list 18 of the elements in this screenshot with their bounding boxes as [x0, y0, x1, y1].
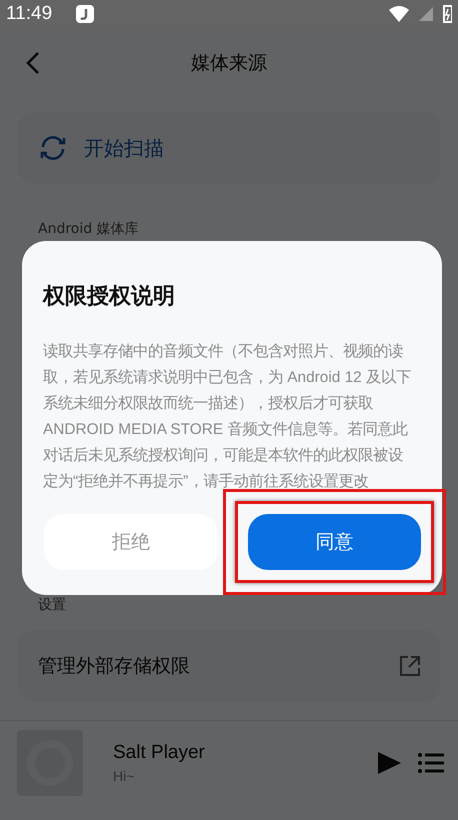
status-time: 11:49	[6, 3, 52, 25]
sync-icon	[38, 135, 68, 161]
battery-icon	[443, 5, 452, 23]
page-title: 媒体来源	[191, 51, 267, 76]
track-title: Salt Player	[113, 742, 206, 764]
dialog-title: 权限授权说明	[43, 283, 176, 311]
external-link-icon	[400, 656, 420, 676]
signal-icon	[419, 7, 433, 21]
play-icon[interactable]	[376, 751, 402, 775]
decline-button[interactable]: 拒绝	[44, 514, 218, 570]
queue-list-icon[interactable]	[418, 752, 444, 774]
back-icon[interactable]	[26, 51, 40, 75]
app-notification-icon	[76, 5, 94, 23]
dialog-message: 读取共享存储中的音频文件（不包含对照片、视频的读取，若见系统请求说明中已包含，为 Android 12 及以下系统未细分权限故而统一描述），授权后才可获取 ANDROID MEDIA STORE 音频文件信息等。若同意此对话后未见系统授权询问，可能是本软件的此权限被设定为“拒绝并不再提示”，请手动前往系统设置更改	[43, 342, 412, 492]
wifi-icon	[389, 6, 409, 22]
section-label: 设置	[37, 596, 67, 614]
agree-button[interactable]: 同意	[248, 514, 421, 570]
section-label: Android 媒体库	[37, 220, 140, 238]
